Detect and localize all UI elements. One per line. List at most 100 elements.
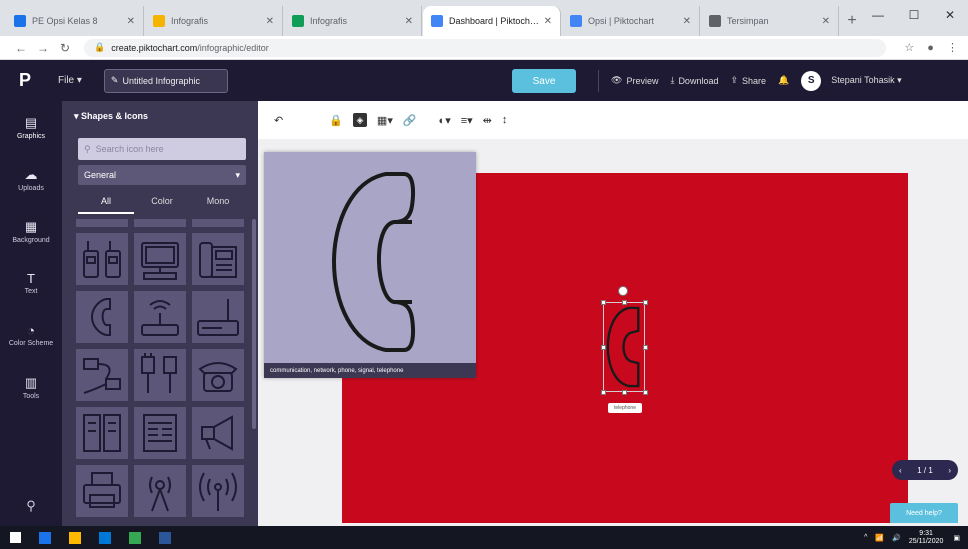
lock-icon[interactable]: 🔒	[329, 114, 343, 127]
modem-icon[interactable]	[192, 291, 244, 343]
tab-close-icon[interactable]: ✕	[822, 16, 830, 27]
taskbar-app-icon[interactable]	[150, 526, 180, 549]
header-actions: 👁 Preview ⤓ Download ⇪ Share 🔔 S Stepani To…	[598, 60, 902, 101]
piktochart-logo[interactable]: P	[0, 60, 50, 101]
computer-icon[interactable]	[134, 233, 186, 285]
menu-icon[interactable]: ⋮	[947, 42, 958, 54]
file-menu[interactable]: File ▾	[58, 75, 82, 86]
user-menu[interactable]: Stepani Tohasik ▾	[831, 75, 901, 86]
browser-tab[interactable]: Opsi | Piktochart ✕	[562, 6, 700, 36]
megaphone-icon[interactable]	[192, 407, 244, 459]
icon-tile-partial[interactable]	[134, 219, 186, 227]
chevron-right-icon[interactable]: ›	[948, 466, 951, 475]
telephone-handset-icon[interactable]	[76, 291, 128, 343]
reload-icon[interactable]: ↻	[54, 41, 76, 55]
walkie-talkie-icon[interactable]	[76, 233, 128, 285]
antenna-tower-icon[interactable]	[134, 465, 186, 517]
rotary-phone-icon[interactable]	[192, 349, 244, 401]
rail-item-color-scheme[interactable]: ◔ Color Scheme	[0, 309, 62, 361]
avatar[interactable]: S	[801, 70, 822, 91]
rail-item-uploads[interactable]: ☁ Uploads	[0, 153, 62, 205]
tab-close-icon[interactable]: ✕	[127, 16, 135, 27]
browser-tab[interactable]: Dashboard | Piktochart ✕	[423, 6, 561, 36]
url-input[interactable]: 🔒 create.piktochart.com /infographic/edi…	[84, 38, 887, 57]
tab-title: Opsi | Piktochart	[588, 16, 654, 26]
browser-tab[interactable]: Infografis ✕	[145, 6, 283, 36]
save-button[interactable]: Save	[512, 69, 576, 93]
select-icon[interactable]: ◈	[352, 113, 367, 127]
favicon-icon	[709, 15, 721, 27]
undo-icon[interactable]: ↶	[274, 114, 283, 127]
broadcast-signal-icon[interactable]	[192, 465, 244, 517]
resize-handle[interactable]	[601, 300, 606, 305]
preview-button[interactable]: 👁 Preview	[611, 75, 658, 86]
browser-tab[interactable]: Infografis ✕	[284, 6, 422, 36]
icon-tile-partial[interactable]	[192, 219, 244, 227]
browser-tab[interactable]: Tersimpan ✕	[701, 6, 839, 36]
tab-mono[interactable]: Mono	[190, 192, 246, 214]
rail-item-graphics[interactable]: ▤ Graphics	[0, 101, 62, 153]
icon-search-input[interactable]: ⚲ Search icon here	[78, 138, 246, 160]
back-icon[interactable]: ←	[10, 41, 32, 55]
tab-close-icon[interactable]: ✕	[683, 16, 691, 27]
tab-close-icon[interactable]: ✕	[266, 16, 274, 27]
rail-item-background[interactable]: ▦ Background	[0, 205, 62, 257]
minimize-icon[interactable]: —	[860, 0, 896, 30]
plugs-icon[interactable]	[134, 349, 186, 401]
rotate-handle[interactable]	[618, 286, 628, 296]
close-icon[interactable]: ✕	[932, 0, 968, 30]
resize-handle[interactable]	[601, 390, 606, 395]
tab-close-icon[interactable]: ✕	[405, 16, 413, 27]
network-icon[interactable]: 📶	[875, 534, 884, 542]
profile-icon[interactable]: ●	[927, 42, 934, 54]
rail-item-text[interactable]: T Text	[0, 257, 62, 309]
resize-handle[interactable]	[622, 300, 627, 305]
share-button[interactable]: ⇪ Share	[730, 75, 766, 86]
cable-plug-icon[interactable]	[76, 349, 128, 401]
resize-handle[interactable]	[643, 390, 648, 395]
resize-handle[interactable]	[643, 345, 648, 350]
tab-all[interactable]: All	[78, 192, 134, 214]
help-icon[interactable]: ⚲	[0, 498, 62, 514]
document-name-input[interactable]: ✎ Untitled Infographic	[103, 68, 228, 93]
selected-telephone-icon[interactable]	[603, 302, 645, 392]
color-picker-icon[interactable]: ◐▾	[439, 114, 451, 127]
printer-icon[interactable]	[76, 465, 128, 517]
star-icon[interactable]: ☆	[904, 42, 914, 54]
volume-icon[interactable]: 🔊	[892, 534, 901, 542]
arrange-icon[interactable]: ▦▾	[377, 114, 393, 127]
panel-scrollbar[interactable]	[252, 219, 256, 429]
taskbar-app-icon[interactable]	[90, 526, 120, 549]
flip-horizontal-icon[interactable]: ⇹	[483, 114, 492, 127]
fax-machine-icon[interactable]	[192, 233, 244, 285]
tab-close-icon[interactable]: ✕	[544, 16, 552, 27]
windows-start-icon[interactable]	[0, 526, 30, 549]
resize-handle[interactable]	[643, 300, 648, 305]
panel-title[interactable]: ▾ Shapes & Icons	[74, 111, 148, 122]
maximize-icon[interactable]: ☐	[896, 0, 932, 30]
taskbar-app-icon[interactable]	[60, 526, 90, 549]
clock[interactable]: 9:31 25/11/2020	[909, 530, 944, 546]
notifications-icon[interactable]: ▣	[953, 534, 960, 542]
taskbar-app-icon[interactable]	[30, 526, 60, 549]
link-icon[interactable]: 🔗	[403, 114, 417, 127]
rail-item-tools[interactable]: ▥ Tools	[0, 361, 62, 413]
router-icon[interactable]	[134, 291, 186, 343]
tab-color[interactable]: Color	[134, 192, 190, 214]
resize-handle[interactable]	[601, 345, 606, 350]
category-select[interactable]: General ▾	[78, 165, 246, 185]
taskbar-app-icon[interactable]	[120, 526, 150, 549]
notification-icon[interactable]: 🔔	[778, 75, 789, 86]
forward-icon[interactable]: →	[32, 41, 54, 55]
chevron-up-icon[interactable]: ^	[864, 534, 867, 541]
icon-tile-partial[interactable]	[76, 219, 128, 227]
align-icon[interactable]: ≡▾	[461, 114, 473, 127]
help-button[interactable]: Need help?	[890, 503, 958, 523]
flip-vertical-icon[interactable]: ↕	[502, 114, 508, 126]
resize-handle[interactable]	[622, 390, 627, 395]
server-rack-icon[interactable]	[76, 407, 128, 459]
download-button[interactable]: ⤓ Download	[670, 75, 718, 86]
chevron-left-icon[interactable]: ‹	[899, 466, 902, 475]
newspaper-icon[interactable]	[134, 407, 186, 459]
browser-tab[interactable]: PE Opsi Kelas 8 ✕	[6, 6, 144, 36]
